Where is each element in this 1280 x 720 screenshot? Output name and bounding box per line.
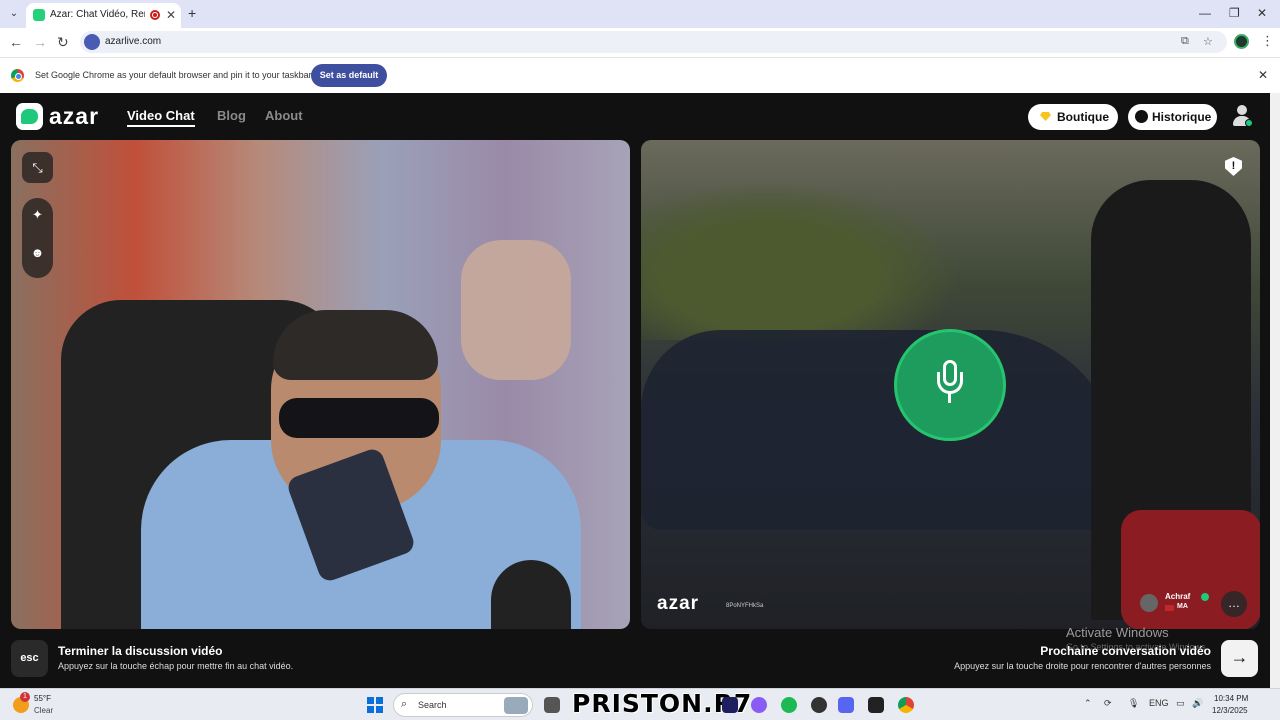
tab-search-icon[interactable]: ⌄ bbox=[6, 6, 22, 22]
back-icon[interactable]: ← bbox=[9, 34, 23, 50]
default-browser-infobar: Set Google Chrome as your default browse… bbox=[0, 57, 1280, 93]
tab-title: Azar: Chat Vidéo, Rencontre bbox=[50, 9, 145, 20]
file-explorer-icon[interactable] bbox=[544, 697, 560, 713]
chat-bubble-button[interactable]: … bbox=[1221, 591, 1247, 617]
install-app-icon[interactable]: ⧉ bbox=[1181, 35, 1189, 48]
nav-blog[interactable]: Blog bbox=[217, 108, 246, 123]
site-info-icon[interactable] bbox=[84, 34, 100, 50]
video-watermark-logo: azar bbox=[657, 593, 700, 614]
azar-favicon-icon bbox=[33, 9, 45, 21]
azar-logo-text[interactable]: azar bbox=[49, 103, 99, 130]
close-tab-icon[interactable]: ✕ bbox=[166, 8, 176, 22]
activate-windows-hint: Go to Settings to activate Windows. bbox=[1066, 642, 1209, 652]
weather-condition[interactable]: Clear bbox=[34, 706, 53, 715]
historique-label: Historique bbox=[1152, 110, 1212, 124]
country-flag-icon bbox=[1165, 605, 1174, 611]
azar-page: azar Video Chat Blog About Boutique Hist… bbox=[0, 93, 1270, 688]
taskbar-date[interactable]: 12/3/2025 bbox=[1212, 706, 1248, 715]
report-shield-icon[interactable]: ! bbox=[1225, 157, 1242, 176]
sparkle-effects-icon[interactable]: ✦ bbox=[22, 207, 53, 223]
infobar-text: Set Google Chrome as your default browse… bbox=[35, 70, 312, 80]
chrome-menu-icon[interactable]: ⋮ bbox=[1261, 33, 1274, 49]
taskbar-search-input[interactable]: ⌕ Search bbox=[393, 693, 533, 717]
nav-about[interactable]: About bbox=[265, 108, 303, 123]
search-placeholder: Search bbox=[418, 700, 447, 710]
end-chat-title: Terminer la discussion vidéo bbox=[58, 644, 223, 658]
partner-avatar bbox=[1140, 594, 1158, 612]
url-text[interactable]: azarlive.com bbox=[105, 36, 161, 47]
forward-icon[interactable]: → bbox=[33, 34, 47, 50]
page-scrollbar[interactable] bbox=[1270, 93, 1280, 688]
mic-tray-icon[interactable]: 🎙 bbox=[1128, 698, 1139, 709]
tray-expand-icon[interactable]: ⌃ bbox=[1084, 698, 1092, 709]
search-icon: ⌕ bbox=[401, 698, 408, 710]
boutique-button[interactable]: Boutique bbox=[1028, 104, 1118, 130]
partner-video-feed: ! azar 8PoNYFHkSa Achraf MA … bbox=[641, 140, 1260, 629]
effects-toolbar: ✦ ☻ bbox=[22, 198, 53, 278]
language-indicator[interactable]: ENG bbox=[1149, 698, 1169, 708]
browser-tab-bar: ⌄ Azar: Chat Vidéo, Rencontre ✕ + — ❐ ✕ bbox=[0, 0, 1280, 28]
gem-icon bbox=[1040, 112, 1051, 121]
bookmark-star-icon[interactable]: ☆ bbox=[1203, 35, 1213, 48]
boutique-label: Boutique bbox=[1057, 110, 1109, 124]
verified-icon bbox=[1201, 593, 1209, 601]
spotify-icon[interactable] bbox=[781, 697, 797, 713]
premiere-icon[interactable] bbox=[722, 697, 738, 713]
minimize-icon[interactable]: — bbox=[1199, 6, 1211, 20]
browser-tab-azar[interactable]: Azar: Chat Vidéo, Rencontre ✕ bbox=[26, 3, 181, 28]
nav-video-chat[interactable]: Video Chat bbox=[127, 108, 195, 127]
app-icon[interactable] bbox=[811, 697, 827, 713]
windows-taskbar: 1 55°F Clear ⌕ Search PRISTON.R7 ⌃ ⟳ 🎙 E… bbox=[0, 688, 1280, 720]
windows-start-icon[interactable] bbox=[367, 697, 383, 713]
activate-windows-title: Activate Windows bbox=[1066, 625, 1169, 640]
historique-button[interactable]: Historique bbox=[1128, 104, 1217, 130]
reload-icon[interactable]: ↻ bbox=[57, 34, 69, 51]
omnibox[interactable]: azarlive.com ⧉ ☆ bbox=[80, 31, 1227, 53]
infobar-close-icon[interactable]: ✕ bbox=[1258, 68, 1268, 82]
recording-icon bbox=[150, 10, 160, 20]
online-status-dot bbox=[1245, 119, 1253, 127]
epic-games-icon[interactable] bbox=[868, 697, 884, 713]
face-filter-icon[interactable]: ☻ bbox=[22, 245, 53, 260]
video-watermark-id: 8PoNYFHkSa bbox=[726, 603, 764, 609]
next-chat-hint: Appuyez sur la touche droite pour rencon… bbox=[954, 661, 1211, 671]
weather-temp[interactable]: 55°F bbox=[34, 694, 51, 703]
partner-country: MA bbox=[1177, 603, 1188, 610]
user-profile-icon[interactable] bbox=[1233, 105, 1253, 127]
esc-end-button[interactable]: esc bbox=[11, 640, 48, 677]
search-highlight-icon bbox=[504, 697, 528, 714]
partner-info[interactable]: Achraf MA bbox=[1140, 590, 1212, 616]
volume-icon[interactable]: 🔊 bbox=[1192, 698, 1203, 709]
profile-avatar-icon[interactable] bbox=[1234, 34, 1249, 49]
swap-view-icon[interactable]: ⤡ bbox=[22, 152, 53, 183]
end-chat-hint: Appuyez sur la touche échap pour mettre … bbox=[58, 661, 294, 671]
history-clock-icon bbox=[1135, 110, 1148, 123]
taskbar-time[interactable]: 10:34 PM bbox=[1214, 694, 1248, 703]
new-tab-button[interactable]: + bbox=[188, 5, 196, 21]
set-as-default-button[interactable]: Set as default bbox=[311, 64, 387, 87]
chrome-logo-icon bbox=[11, 69, 24, 82]
weather-badge: 1 bbox=[20, 692, 30, 702]
discord-icon[interactable] bbox=[838, 697, 854, 713]
copilot-icon[interactable] bbox=[751, 697, 767, 713]
azar-logo-icon[interactable] bbox=[16, 103, 43, 130]
microphone-icon bbox=[937, 360, 963, 408]
restore-icon[interactable]: ❐ bbox=[1229, 6, 1240, 20]
chrome-taskbar-icon[interactable] bbox=[898, 697, 914, 713]
mic-toggle-button[interactable] bbox=[894, 329, 1006, 441]
network-icon[interactable]: ▭ bbox=[1176, 698, 1185, 709]
self-video-feed: ⤡ ✦ ☻ bbox=[11, 140, 630, 629]
sync-icon[interactable]: ⟳ bbox=[1104, 698, 1112, 709]
close-window-icon[interactable]: ✕ bbox=[1257, 6, 1267, 20]
partner-name: Achraf bbox=[1165, 592, 1191, 601]
address-bar-row: ← → ↻ azarlive.com ⧉ ☆ ⋮ bbox=[0, 28, 1280, 57]
next-arrow-button[interactable]: → bbox=[1221, 640, 1258, 677]
